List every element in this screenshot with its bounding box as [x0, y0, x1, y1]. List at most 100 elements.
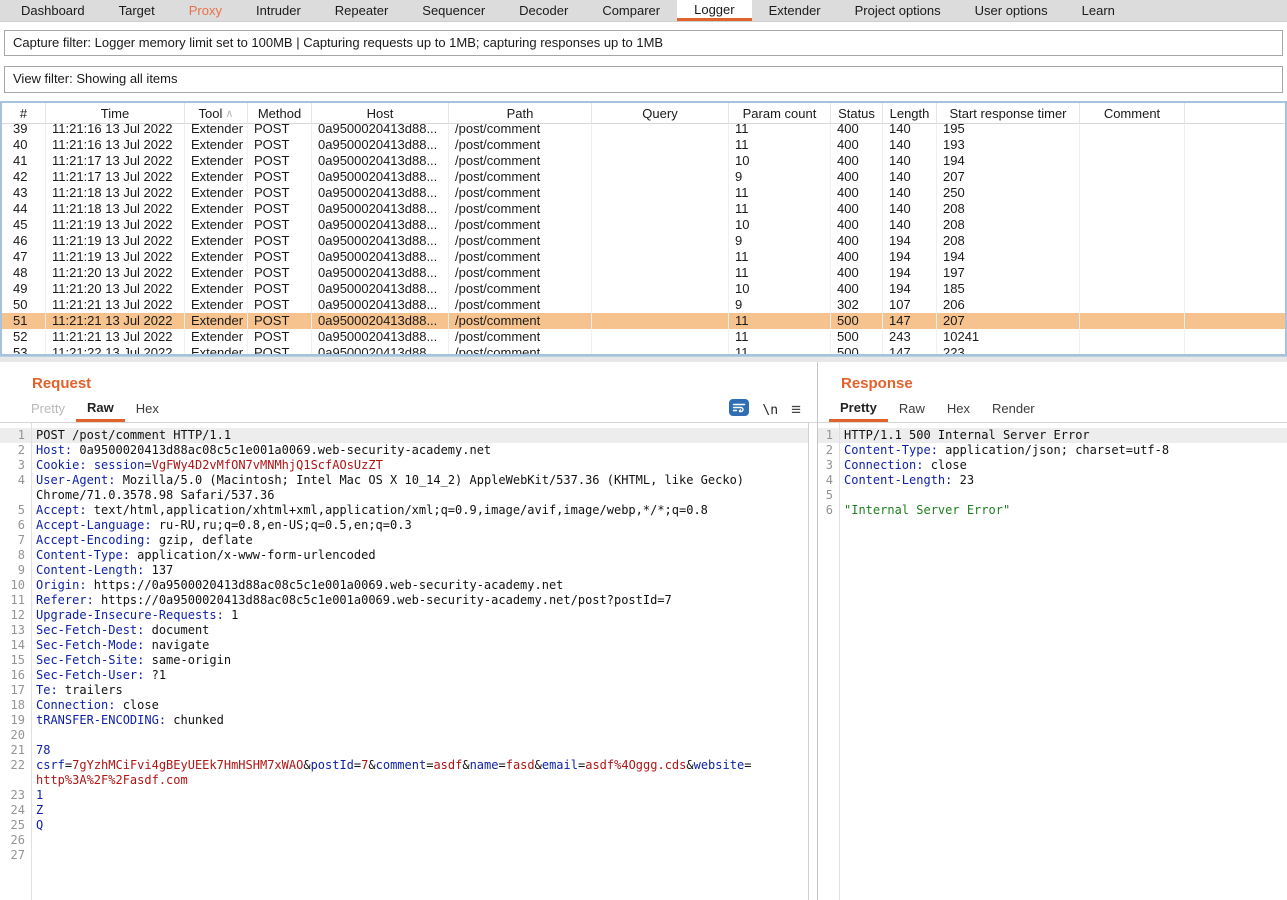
tab-comparer[interactable]: Comparer: [585, 0, 677, 21]
view-filter-bar[interactable]: View filter: Showing all items: [4, 66, 1283, 93]
tab-sequencer[interactable]: Sequencer: [405, 0, 502, 21]
table-cell: [1080, 169, 1185, 185]
editor-menu-icon[interactable]: ≡: [791, 400, 801, 420]
column-header-status[interactable]: Status: [831, 103, 883, 124]
column-header-method[interactable]: Method: [248, 103, 312, 124]
table-row[interactable]: 4911:21:20 13 Jul 2022ExtenderPOST0a9500…: [2, 281, 1285, 297]
tab-intruder[interactable]: Intruder: [239, 0, 318, 21]
table-row[interactable]: 4511:21:19 13 Jul 2022ExtenderPOST0a9500…: [2, 217, 1285, 233]
line-content: HTTP/1.1 500 Internal Server Error: [837, 428, 1287, 443]
syntax-value: 137: [144, 563, 173, 577]
table-cell: [1080, 233, 1185, 249]
capture-filter-bar[interactable]: Capture filter: Logger memory limit set …: [4, 30, 1283, 56]
tab-decoder[interactable]: Decoder: [502, 0, 585, 21]
column-header-query[interactable]: Query: [592, 103, 729, 124]
table-row[interactable]: 4111:21:17 13 Jul 2022ExtenderPOST0a9500…: [2, 153, 1285, 169]
table-cell: Extender: [185, 313, 248, 329]
line-number: 6: [818, 503, 837, 518]
column-header-filler[interactable]: [1185, 103, 1287, 124]
tab-target[interactable]: Target: [102, 0, 172, 21]
table-cell: 0a9500020413d88...: [312, 217, 449, 233]
table-row[interactable]: 4011:21:16 13 Jul 2022ExtenderPOST0a9500…: [2, 137, 1285, 153]
line-content: tRANSFER-ENCODING: chunked: [29, 713, 808, 728]
column-header-start-response-timer[interactable]: Start response timer: [937, 103, 1080, 124]
newline-toggle-icon[interactable]: \n: [762, 403, 778, 418]
table-cell: 42: [2, 169, 46, 185]
syntax-name: Connection:: [36, 698, 115, 712]
table-row[interactable]: 4311:21:18 13 Jul 2022ExtenderPOST0a9500…: [2, 185, 1285, 201]
line-number: 3: [0, 458, 29, 473]
column-header-length[interactable]: Length: [883, 103, 937, 124]
table-row[interactable]: 5111:21:21 13 Jul 2022ExtenderPOST0a9500…: [2, 313, 1285, 329]
table-row[interactable]: 4811:21:20 13 Jul 2022ExtenderPOST0a9500…: [2, 265, 1285, 281]
word-wrap-icon[interactable]: [729, 399, 749, 421]
table-cell: [592, 345, 729, 354]
table-row[interactable]: 5211:21:21 13 Jul 2022ExtenderPOST0a9500…: [2, 329, 1285, 345]
table-cell: /post/comment: [449, 329, 592, 345]
response-tab-pretty[interactable]: Pretty: [829, 397, 888, 422]
response-tab-hex[interactable]: Hex: [936, 397, 981, 422]
table-cell: 45: [2, 217, 46, 233]
line-number: 19: [0, 713, 29, 728]
syntax-name: Z: [36, 803, 43, 817]
table-cell: [1080, 153, 1185, 169]
line-number: 4: [0, 473, 29, 503]
syntax-value: close: [115, 698, 158, 712]
tab-project-options[interactable]: Project options: [838, 0, 958, 21]
column-header-tool[interactable]: Tool∧: [185, 103, 248, 124]
column-header-comment[interactable]: Comment: [1080, 103, 1185, 124]
tab-logger[interactable]: Logger: [677, 0, 751, 21]
tab-user-options[interactable]: User options: [958, 0, 1065, 21]
table-cell: 0a9500020413d88...: [312, 201, 449, 217]
response-editor[interactable]: 1HTTP/1.1 500 Internal Server Error2Cont…: [818, 423, 1287, 900]
table-row[interactable]: 5011:21:21 13 Jul 2022ExtenderPOST0a9500…: [2, 297, 1285, 313]
table-cell: 243: [883, 329, 937, 345]
code-line: 231: [0, 788, 808, 803]
tab-learn[interactable]: Learn: [1065, 0, 1132, 21]
response-tab-raw[interactable]: Raw: [888, 397, 936, 422]
table-cell: [1080, 329, 1185, 345]
syntax-value: &: [303, 758, 310, 772]
tab-extender[interactable]: Extender: [752, 0, 838, 21]
table-cell: [592, 281, 729, 297]
table-cell: 11:21:20 13 Jul 2022: [46, 281, 185, 297]
line-content: Accept: text/html,application/xhtml+xml,…: [29, 503, 808, 518]
table-cell: POST: [248, 249, 312, 265]
table-row[interactable]: 4411:21:18 13 Jul 2022ExtenderPOST0a9500…: [2, 201, 1285, 217]
table-row[interactable]: 4711:21:19 13 Jul 2022ExtenderPOST0a9500…: [2, 249, 1285, 265]
table-row[interactable]: 4611:21:19 13 Jul 2022ExtenderPOST0a9500…: [2, 233, 1285, 249]
request-tab-raw[interactable]: Raw: [76, 397, 125, 422]
table-cell: [1185, 217, 1285, 233]
syntax-value: 0a9500020413d88ac08c5c1e001a0069.web-sec…: [72, 443, 491, 457]
request-editor[interactable]: 1POST /post/comment HTTP/1.12Host: 0a950…: [0, 423, 809, 900]
code-line: 12Upgrade-Insecure-Requests: 1: [0, 608, 808, 623]
table-cell: [1185, 201, 1285, 217]
tab-repeater[interactable]: Repeater: [318, 0, 405, 21]
table-cell: [592, 329, 729, 345]
line-number: 21: [0, 743, 29, 758]
table-cell: Extender: [185, 217, 248, 233]
table-cell: [592, 217, 729, 233]
request-tab-hex[interactable]: Hex: [125, 397, 170, 422]
tab-proxy[interactable]: Proxy: [172, 0, 239, 21]
syntax-name: postId: [311, 758, 354, 772]
table-cell: [592, 124, 729, 137]
table-cell: 500: [831, 329, 883, 345]
response-tab-render[interactable]: Render: [981, 397, 1046, 422]
table-row[interactable]: 4211:21:17 13 Jul 2022ExtenderPOST0a9500…: [2, 169, 1285, 185]
column-header-blank[interactable]: #: [2, 103, 46, 124]
column-header-param-count[interactable]: Param count: [729, 103, 831, 124]
table-row[interactable]: 5311:21:22 13 Jul 2022ExtenderPOST0a9500…: [2, 345, 1285, 354]
table-cell: /post/comment: [449, 153, 592, 169]
table-cell: 41: [2, 153, 46, 169]
column-header-path[interactable]: Path: [449, 103, 592, 124]
view-filter-text: View filter: Showing all items: [13, 71, 178, 86]
syntax-name: Origin:: [36, 578, 87, 592]
request-tabs: PrettyRawHex \n ≡: [0, 397, 817, 423]
line-content: User-Agent: Mozilla/5.0 (Macintosh; Inte…: [29, 473, 808, 503]
table-cell: 400: [831, 233, 883, 249]
column-header-host[interactable]: Host: [312, 103, 449, 124]
tab-dashboard[interactable]: Dashboard: [4, 0, 102, 21]
column-header-time[interactable]: Time: [46, 103, 185, 124]
table-row[interactable]: 3911:21:16 13 Jul 2022ExtenderPOST0a9500…: [2, 124, 1285, 137]
